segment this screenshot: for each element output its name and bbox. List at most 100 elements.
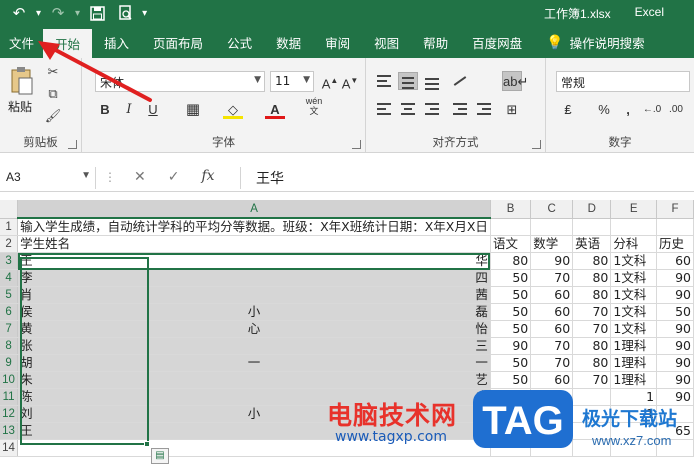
- cell-c9[interactable]: 70: [530, 354, 574, 372]
- cell-b3[interactable]: 80: [490, 252, 532, 270]
- cell-e9[interactable]: 1理科: [610, 354, 658, 372]
- save-icon[interactable]: [86, 3, 108, 23]
- increase-indent-icon[interactable]: [474, 100, 494, 118]
- cell-b6[interactable]: 50: [490, 303, 532, 321]
- tab-baidu-netdisk[interactable]: 百度网盘: [460, 27, 534, 58]
- row-header[interactable]: 3: [0, 252, 19, 270]
- column-header-c[interactable]: C: [530, 200, 574, 219]
- cell-d6[interactable]: 70: [572, 303, 612, 321]
- cell-d8[interactable]: 80: [572, 337, 612, 355]
- cell-a9[interactable]: 胡一一: [17, 354, 491, 372]
- comma-style-icon[interactable]: ,: [618, 100, 638, 120]
- cell-e6[interactable]: 1文科: [610, 303, 658, 321]
- cell-f4[interactable]: 90: [656, 269, 694, 287]
- font-launcher[interactable]: [352, 140, 361, 149]
- cell-b4[interactable]: 50: [490, 269, 532, 287]
- tab-home[interactable]: 开始: [43, 29, 93, 58]
- cell-e3[interactable]: 1文科: [610, 252, 658, 270]
- cell-b2[interactable]: 语文: [490, 235, 532, 253]
- cell-a5[interactable]: 肖茜: [17, 286, 491, 304]
- enter-icon[interactable]: ✓: [168, 168, 180, 185]
- select-all-corner[interactable]: [0, 200, 19, 219]
- borders-icon[interactable]: ▦: [183, 100, 203, 120]
- decrease-font-icon[interactable]: A▼: [340, 71, 360, 91]
- alignment-launcher[interactable]: [532, 140, 541, 149]
- paste-label[interactable]: 粘贴: [8, 98, 32, 115]
- row-header[interactable]: 10: [0, 371, 19, 389]
- tab-insert[interactable]: 插入: [92, 27, 141, 58]
- cell-d5[interactable]: 80: [572, 286, 612, 304]
- cell-c5[interactable]: 60: [530, 286, 574, 304]
- cell-e2[interactable]: 分科: [610, 235, 658, 253]
- column-header-e[interactable]: E: [610, 200, 658, 219]
- align-center-icon[interactable]: [398, 100, 418, 118]
- cell-e11[interactable]: 1: [610, 388, 658, 406]
- increase-font-icon[interactable]: A▲: [320, 71, 340, 91]
- cell-f1[interactable]: [656, 218, 694, 236]
- percent-icon[interactable]: %: [594, 100, 614, 120]
- tell-me-search[interactable]: 💡 操作说明搜索: [534, 27, 656, 58]
- redo-icon[interactable]: ↷: [47, 3, 69, 23]
- bottom-align-icon[interactable]: [422, 72, 442, 90]
- column-header-b[interactable]: B: [490, 200, 532, 219]
- row-header[interactable]: 8: [0, 337, 19, 355]
- fill-handle[interactable]: [144, 441, 150, 447]
- merge-center-icon[interactable]: ⊞: [502, 100, 522, 120]
- cell-b9[interactable]: 50: [490, 354, 532, 372]
- more-options-icon[interactable]: ⋮: [104, 170, 116, 184]
- cell-a3[interactable]: 王华: [17, 252, 491, 270]
- cell-a10[interactable]: 朱艺: [17, 371, 491, 389]
- underline-icon[interactable]: U: [143, 100, 163, 120]
- tab-file[interactable]: 文件: [0, 27, 43, 58]
- cell-e5[interactable]: 1文科: [610, 286, 658, 304]
- cell-e1[interactable]: [610, 218, 658, 236]
- format-painter-icon[interactable]: 🖌: [44, 108, 62, 124]
- row-header[interactable]: 4: [0, 269, 19, 287]
- cell-f11[interactable]: 90: [656, 388, 694, 406]
- cell-b5[interactable]: 50: [490, 286, 532, 304]
- cell-d3[interactable]: 80: [572, 252, 612, 270]
- paste-icon[interactable]: [10, 66, 34, 96]
- cell-d4[interactable]: 80: [572, 269, 612, 287]
- cell-a2[interactable]: 学生姓名: [17, 235, 491, 253]
- cell-f2[interactable]: 历史: [656, 235, 694, 253]
- accounting-format-icon[interactable]: ₤: [558, 100, 578, 120]
- cell-a6[interactable]: 侯小磊: [17, 303, 491, 321]
- row-header[interactable]: 5: [0, 286, 19, 304]
- cell-c7[interactable]: 60: [530, 320, 574, 338]
- cell-b7[interactable]: 50: [490, 320, 532, 338]
- italic-icon[interactable]: I: [119, 100, 139, 120]
- undo-icon[interactable]: ↶: [8, 3, 30, 23]
- cancel-icon[interactable]: ✕: [134, 168, 146, 185]
- tab-page-layout[interactable]: 页面布局: [141, 27, 215, 58]
- bold-icon[interactable]: B: [95, 100, 115, 120]
- number-format-combo[interactable]: 常规: [556, 71, 690, 92]
- cell-e4[interactable]: 1文科: [610, 269, 658, 287]
- column-header-f[interactable]: F: [656, 200, 694, 219]
- cell-c8[interactable]: 70: [530, 337, 574, 355]
- phonetic-icon[interactable]: wén 文: [304, 96, 324, 116]
- name-box[interactable]: A3 ▼: [0, 167, 96, 189]
- cell-d7[interactable]: 70: [572, 320, 612, 338]
- tab-view[interactable]: 视图: [362, 27, 411, 58]
- cell-f9[interactable]: 90: [656, 354, 694, 372]
- row-header[interactable]: 7: [0, 320, 19, 338]
- cell-d10[interactable]: 70: [572, 371, 612, 389]
- cell-d1[interactable]: [572, 218, 612, 236]
- formula-input[interactable]: 王华: [256, 168, 284, 188]
- cell-e10[interactable]: 1理科: [610, 371, 658, 389]
- row-header[interactable]: 12: [0, 405, 19, 423]
- increase-decimal-icon[interactable]: ←.0: [642, 100, 662, 120]
- tab-review[interactable]: 审阅: [313, 27, 362, 58]
- row-header[interactable]: 6: [0, 303, 19, 321]
- copy-icon[interactable]: ⧉: [44, 86, 62, 102]
- column-header-d[interactable]: D: [572, 200, 612, 219]
- cell-f8[interactable]: 90: [656, 337, 694, 355]
- cell-d2[interactable]: 英语: [572, 235, 612, 253]
- cell-b1[interactable]: [490, 218, 532, 236]
- cell-f6[interactable]: 50: [656, 303, 694, 321]
- cell-f10[interactable]: 90: [656, 371, 694, 389]
- column-header-a[interactable]: A: [17, 200, 491, 219]
- cell-f7[interactable]: 90: [656, 320, 694, 338]
- cell-d9[interactable]: 80: [572, 354, 612, 372]
